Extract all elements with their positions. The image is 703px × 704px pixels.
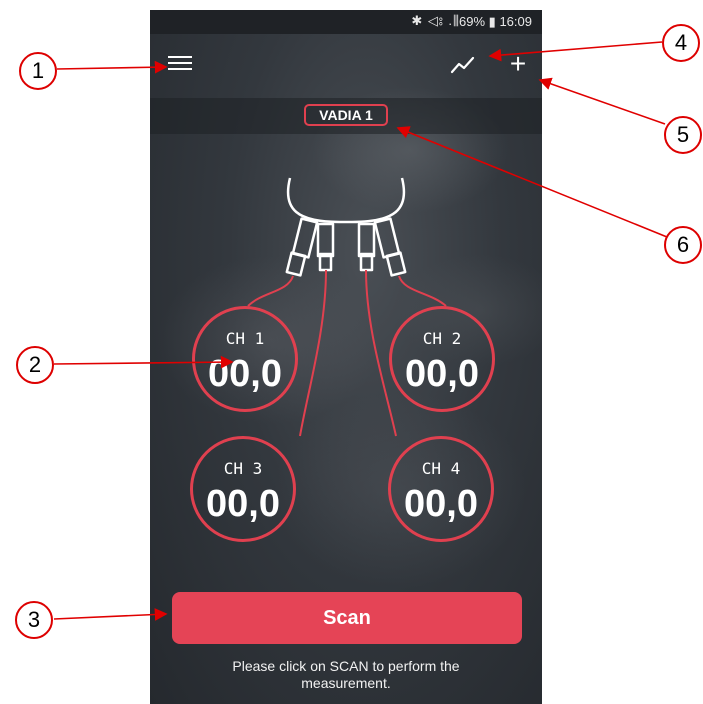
channel-3-gauge[interactable]: CH 3 00,0 (190, 436, 296, 542)
channel-3-label: CH 3 (223, 459, 263, 478)
scan-button[interactable]: Scan (172, 592, 522, 644)
channel-2-value: 00,0 (405, 353, 479, 395)
callout-1: 1 (19, 52, 57, 90)
callout-3: 3 (15, 601, 53, 639)
channel-1-gauge[interactable]: CH 1 00,0 (192, 306, 298, 412)
channel-2-gauge[interactable]: CH 2 00,0 (389, 306, 495, 412)
channel-4-gauge[interactable]: CH 4 00,0 (388, 436, 494, 542)
callout-5: 5 (664, 116, 702, 154)
channel-4-value: 00,0 (404, 483, 478, 525)
callout-4: 4 (662, 24, 700, 62)
scan-hint: Please click on SCAN to perform the meas… (232, 658, 460, 691)
channel-4-label: CH 4 (421, 459, 461, 478)
callout-2: 2 (16, 346, 54, 384)
channel-1-label: CH 1 (225, 329, 265, 348)
phone-screen: ✱ ◁⦂ .⫼ 69% ▮ 16:09 + VADIA 1 CH 1 00,0 … (150, 10, 542, 704)
channel-2-label: CH 2 (422, 329, 462, 348)
channel-1-value: 00,0 (208, 353, 282, 395)
callout-6: 6 (664, 226, 702, 264)
channel-3-value: 00,0 (206, 483, 280, 525)
